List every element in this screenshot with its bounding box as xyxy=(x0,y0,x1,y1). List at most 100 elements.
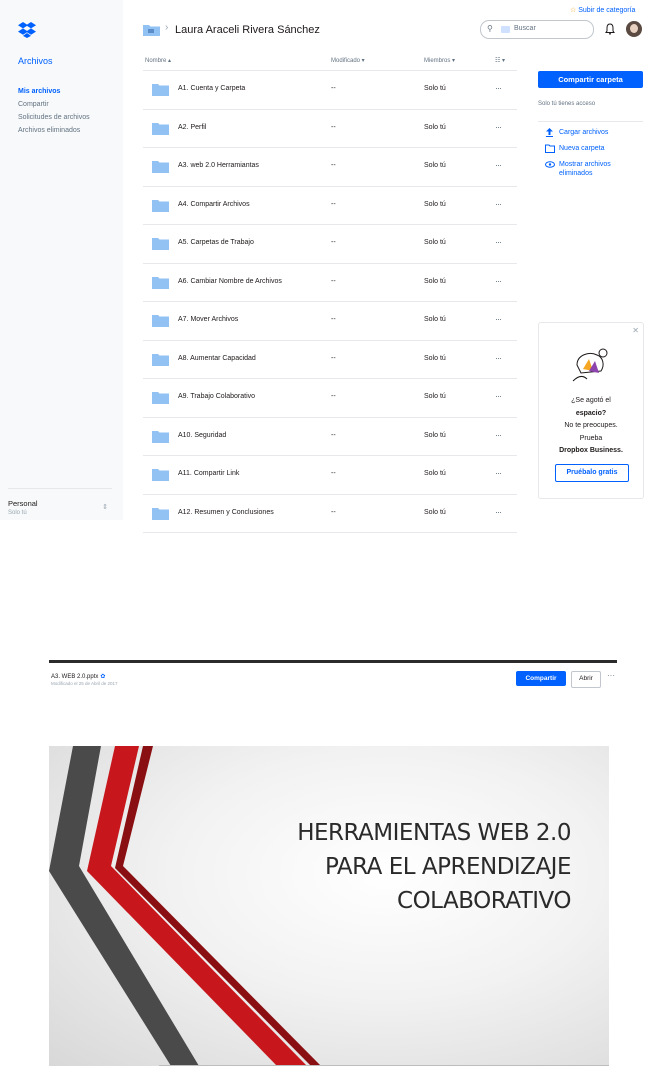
members-value: Solo tú xyxy=(424,123,446,131)
search-scope-icon xyxy=(501,26,510,33)
sidebar-item-share[interactable]: Compartir xyxy=(18,101,113,109)
table-row[interactable]: A7. Mover Archivos -- Solo tú ··· xyxy=(143,302,517,341)
more-icon[interactable]: ··· xyxy=(495,199,502,209)
account-switcher[interactable]: Personal Solo tú ⇕ xyxy=(8,488,112,516)
promo-line-4: Prueba xyxy=(579,434,603,442)
more-icon[interactable]: ··· xyxy=(495,160,502,170)
more-icon[interactable]: ··· xyxy=(495,237,502,247)
more-icon[interactable]: ··· xyxy=(495,391,502,401)
dropbox-logo-icon[interactable] xyxy=(18,22,36,38)
table-row[interactable]: A12. Resumen y Conclusiones -- Solo tú ··· xyxy=(143,495,517,533)
sidebar-item-deleted-files[interactable]: Archivos eliminados xyxy=(18,127,113,135)
sidebar-item-file-requests[interactable]: Solicitudes de archivos xyxy=(18,114,113,122)
modified-value: -- xyxy=(331,470,336,477)
sidebar-title[interactable]: Archivos xyxy=(18,56,53,66)
upgrade-link[interactable]: ☆ Subir de categoría xyxy=(570,6,635,14)
more-icon[interactable]: ··· xyxy=(495,276,502,286)
column-header-members[interactable]: Miembros ▾ xyxy=(424,57,455,64)
view-toggle-icon[interactable]: ☷ ▾ xyxy=(495,57,505,64)
table-row[interactable]: A3. web 2.0 Herramiantas -- Solo tú ··· xyxy=(143,148,517,187)
table-row[interactable]: A6. Cambiar Nombre de Archivos -- Solo tú ·… xyxy=(143,264,517,302)
upgrade-label: Subir de categoría xyxy=(578,7,636,14)
preview-share-button[interactable]: Compartir xyxy=(516,671,566,686)
more-icon[interactable]: ··· xyxy=(495,430,502,440)
table-row[interactable]: A9. Trabajo Colaborativo -- Solo tú ··· xyxy=(143,379,517,418)
dropbox-window: Archivos Mis archivos Compartir Solicitu… xyxy=(0,0,665,533)
file-name[interactable]: A3. web 2.0 Herramiantas xyxy=(178,162,259,169)
table-row[interactable]: A4. Compartir Archivos -- Solo tú ··· xyxy=(143,187,517,225)
table-row[interactable]: A11. Compartir Link -- Solo tú ··· xyxy=(143,456,517,495)
modified-value: -- xyxy=(331,393,336,400)
more-icon[interactable]: ··· xyxy=(495,314,502,324)
more-icon[interactable]: ··· xyxy=(495,122,502,132)
bell-icon[interactable] xyxy=(604,23,616,35)
search-input[interactable]: ⚲ Buscar xyxy=(480,20,594,39)
sidebar: Archivos Mis archivos Compartir Solicitu… xyxy=(0,0,123,520)
members-value: Solo tú xyxy=(424,200,446,208)
modified-value: -- xyxy=(331,239,336,246)
presentation-slide: HERRAMIENTAS WEB 2.0 PARA EL APRENDIZAJE… xyxy=(49,746,609,1066)
new-folder-action[interactable]: Nueva carpeta xyxy=(545,144,645,153)
share-folder-button[interactable]: Compartir carpeta xyxy=(538,71,643,88)
table-row[interactable]: A10. Seguridad -- Solo tú ··· xyxy=(143,418,517,456)
panel-divider xyxy=(538,121,643,122)
more-icon[interactable]: ··· xyxy=(495,507,502,517)
promo-line-2: espacio? xyxy=(575,409,607,417)
members-value: Solo tú xyxy=(424,162,446,169)
folder-icon xyxy=(152,122,169,135)
preview-modified: Modificado el 25 de Abril de 2017 xyxy=(51,681,118,686)
show-deleted-action[interactable]: Mostrar archivos eliminados xyxy=(545,160,645,178)
upload-files-action[interactable]: Cargar archivos xyxy=(545,128,645,137)
modified-value: -- xyxy=(331,316,336,323)
breadcrumb-chevron-icon: › xyxy=(165,22,169,33)
sidebar-item-my-files[interactable]: Mis archivos xyxy=(18,88,113,96)
try-free-button[interactable]: Pruébalo gratis xyxy=(555,464,629,482)
slide-title-line-2: PARA EL APRENDIZAJE xyxy=(324,854,572,880)
folder-actions: Cargar archivos Nueva carpeta Mostrar ar… xyxy=(545,128,645,185)
table-row[interactable]: A1. Cuenta y Carpeta -- Solo tú ··· xyxy=(143,71,517,110)
search-icon: ⚲ xyxy=(487,24,493,33)
column-header-modified[interactable]: Modificado ▾ xyxy=(331,57,365,64)
more-icon[interactable]: ··· xyxy=(495,83,502,93)
modified-value: -- xyxy=(331,354,336,362)
folder-icon xyxy=(152,276,169,289)
members-value: Solo tú xyxy=(424,470,446,477)
more-icon[interactable]: ··· xyxy=(607,671,615,680)
slide-title: HERRAMIENTAS WEB 2.0 PARA EL APRENDIZAJE… xyxy=(191,816,571,918)
file-name[interactable]: A4. Compartir Archivos xyxy=(178,201,250,208)
column-header-name[interactable]: Nombre ▴ xyxy=(145,57,171,64)
members-value: Solo tú xyxy=(424,354,446,362)
promo-illustration-icon xyxy=(572,348,608,382)
promo-line-5: Dropbox Business. xyxy=(559,447,623,454)
more-icon[interactable]: ··· xyxy=(495,468,502,478)
file-name[interactable]: A6. Cambiar Nombre de Archivos xyxy=(178,278,282,285)
preview-open-button[interactable]: Abrir xyxy=(571,671,601,688)
file-name[interactable]: A5. Carpetas de Trabajo xyxy=(178,239,254,246)
account-name: Personal xyxy=(8,499,38,508)
file-name[interactable]: A8. Aumentar Capacidad xyxy=(178,355,256,362)
file-name[interactable]: A2. Perfil xyxy=(178,124,206,131)
modified-value: -- xyxy=(331,277,336,285)
file-name[interactable]: A1. Cuenta y Carpeta xyxy=(178,85,245,92)
folder-icon xyxy=(152,84,169,96)
table-row[interactable]: A5. Carpetas de Trabajo -- Solo tú ··· xyxy=(143,225,517,264)
table-row[interactable]: A2. Perfil -- Solo tú ··· xyxy=(143,110,517,148)
table-row[interactable]: A8. Aumentar Capacidad -- Solo tú ··· xyxy=(143,341,517,379)
preview-file-name: A3. WEB 2.0.pptx xyxy=(51,674,99,680)
modified-value: -- xyxy=(331,123,336,131)
close-icon[interactable]: ✕ xyxy=(632,326,639,335)
upgrade-promo-card: ✕ ¿Se agotó el espacio? No te preocupes.… xyxy=(538,322,644,499)
promo-text: ¿Se agotó el espacio? No te preocupes. P… xyxy=(545,395,637,458)
avatar[interactable] xyxy=(626,21,642,37)
file-name[interactable]: A9. Trabajo Colaborativo xyxy=(178,393,255,400)
file-name[interactable]: A7. Mover Archivos xyxy=(178,316,238,323)
members-value: Solo tú xyxy=(424,393,446,400)
new-folder-label: Nueva carpeta xyxy=(559,145,605,152)
file-name[interactable]: A11. Compartir Link xyxy=(178,470,239,477)
file-name[interactable]: A10. Seguridad xyxy=(178,432,226,439)
more-icon[interactable]: ··· xyxy=(495,353,502,363)
folder-icon xyxy=(152,315,169,327)
file-name[interactable]: A12. Resumen y Conclusiones xyxy=(178,509,274,516)
show-deleted-label: Mostrar archivos eliminados xyxy=(559,161,611,177)
star-icon[interactable]: ✿ xyxy=(100,674,105,680)
